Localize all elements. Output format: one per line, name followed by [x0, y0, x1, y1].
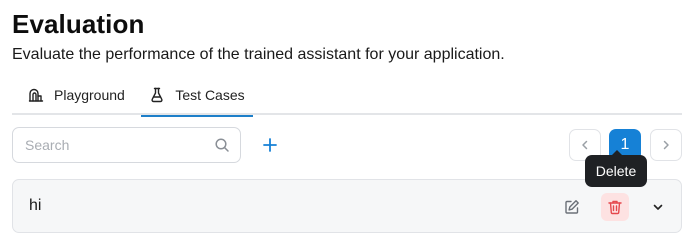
page-subtitle: Evaluate the performance of the trained … — [12, 46, 505, 63]
chevron-left-icon — [582, 140, 588, 150]
playground-icon — [28, 87, 44, 103]
delete-button[interactable] — [601, 193, 629, 221]
plus-icon — [263, 138, 277, 152]
expand-button[interactable] — [646, 195, 670, 219]
chevron-right-icon — [663, 140, 669, 150]
test-case-item[interactable]: hi — [12, 179, 682, 233]
edit-icon — [565, 200, 579, 214]
add-test-case-button[interactable] — [258, 133, 282, 157]
tab-bar: Playground Test Cases — [12, 74, 682, 117]
chevron-down-icon — [653, 204, 663, 210]
search-box — [12, 127, 241, 163]
tab-playground-label: Playground — [54, 86, 125, 103]
search-icon[interactable] — [214, 137, 230, 153]
tab-test-cases[interactable]: Test Cases — [141, 74, 253, 117]
flask-icon — [149, 87, 165, 103]
search-input[interactable] — [14, 129, 204, 161]
pagination-next-button[interactable] — [650, 129, 682, 161]
tab-test-cases-label: Test Cases — [175, 86, 245, 103]
delete-tooltip: Delete — [585, 150, 647, 187]
trash-icon — [608, 200, 622, 215]
test-case-title: hi — [29, 197, 42, 214]
edit-button[interactable] — [560, 195, 584, 219]
page-title: Evaluation — [12, 9, 145, 39]
tab-playground[interactable]: Playground — [28, 74, 125, 115]
